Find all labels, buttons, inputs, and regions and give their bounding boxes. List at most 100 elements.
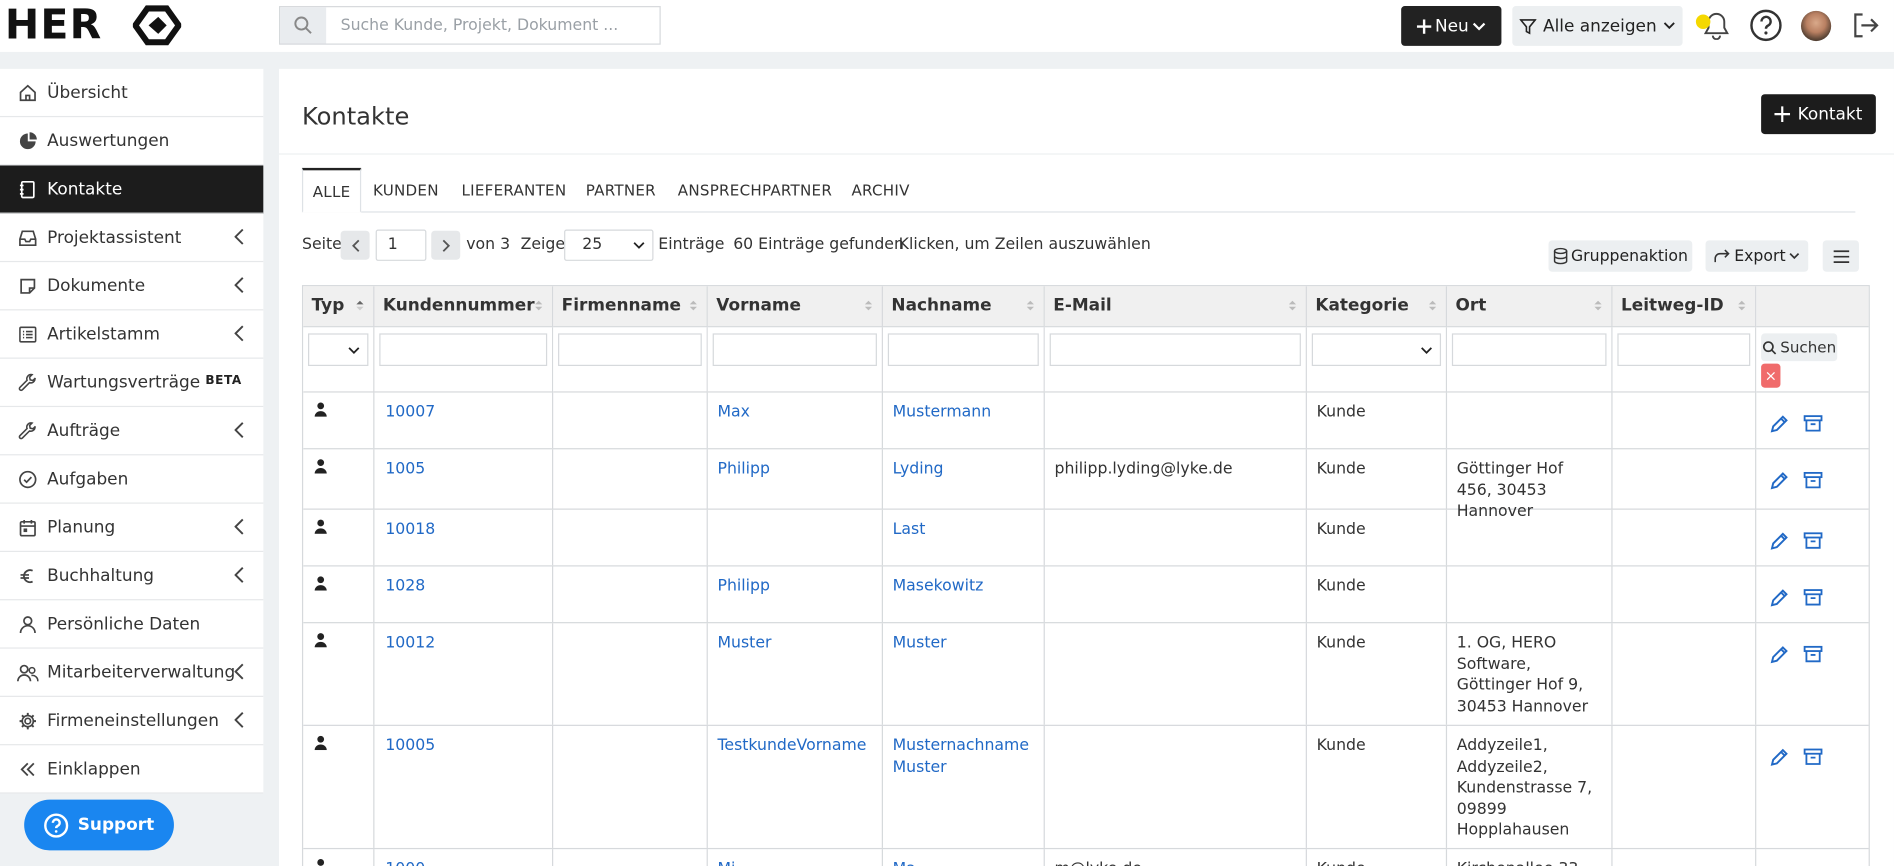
kundennummer-value[interactable]: 1028 — [385, 577, 425, 595]
vorname-value[interactable]: Muster — [717, 634, 771, 652]
table-row[interactable]: 1000 Mi Ma m@lyke.de Kunde Kirchenallee 33 — [303, 849, 1868, 866]
sidebar-item-persoenliche-daten[interactable]: Persönliche Daten — [0, 600, 264, 649]
filter-select-typ[interactable] — [308, 333, 369, 366]
filter-input-ort[interactable] — [1451, 333, 1607, 366]
archive-icon[interactable] — [1803, 748, 1823, 766]
sidebar-item-uebersicht[interactable]: Übersicht — [0, 69, 264, 118]
archive-icon[interactable] — [1803, 471, 1823, 489]
next-page-button[interactable] — [431, 230, 461, 260]
page-size-select[interactable]: 25 — [564, 229, 654, 261]
kundennummer-value[interactable]: 1005 — [385, 460, 425, 478]
sidebar-item-aufgaben[interactable]: Aufgaben — [0, 455, 264, 504]
group-action-button[interactable]: Gruppenaktion — [1548, 240, 1693, 272]
vorname-value[interactable]: TestkundeVorname — [717, 737, 866, 755]
help-icon[interactable] — [1748, 7, 1784, 43]
edit-pencil-icon[interactable] — [1770, 645, 1789, 664]
tab-kunden[interactable]: KUNDEN — [368, 168, 443, 213]
support-button[interactable]: Support — [24, 799, 174, 851]
prev-page-button[interactable] — [340, 230, 370, 260]
sidebar-item-kontakte[interactable]: Kontakte — [0, 165, 264, 214]
kundennummer-value[interactable]: 1000 — [385, 860, 425, 866]
cell-typ — [303, 566, 375, 623]
column-header-typ[interactable]: Typ — [303, 286, 375, 328]
nachname-value[interactable]: Ma — [893, 860, 916, 866]
sidebar-item-firmeneinstellungen[interactable]: Firmeneinstellungen — [0, 697, 264, 746]
table-row[interactable]: 1028 Philipp Masekowitz Kunde — [303, 566, 1869, 624]
add-contact-button[interactable]: Kontakt — [1761, 94, 1876, 135]
tab-alle[interactable]: ALLE — [301, 167, 362, 213]
tab-archiv[interactable]: ARCHIV — [847, 168, 915, 213]
sidebar-item-auftraege[interactable]: Aufträge — [0, 407, 264, 456]
sidebar-item-projektassistent[interactable]: Projektassistent — [0, 214, 264, 263]
user-avatar[interactable] — [1800, 10, 1832, 42]
sidebar-item-dokumente[interactable]: Dokumente — [0, 262, 264, 311]
sidebar-item-buchhaltung[interactable]: Buchhaltung — [0, 552, 264, 601]
archive-icon[interactable] — [1803, 588, 1823, 606]
kundennummer-value[interactable]: 10005 — [385, 737, 435, 755]
column-header-vorname[interactable]: Vorname — [707, 286, 883, 328]
edit-pencil-icon[interactable] — [1770, 531, 1789, 550]
filter-search-button[interactable]: Suchen — [1761, 333, 1838, 362]
ort-value: 1. OG, HERO Software, Göttinger Hof 9, 3… — [1456, 634, 1589, 716]
column-header-ort[interactable]: Ort — [1447, 286, 1613, 328]
column-header-kundennummer[interactable]: Kundennummer — [374, 286, 554, 328]
logout-icon[interactable] — [1847, 7, 1883, 43]
new-button[interactable]: Neu — [1401, 6, 1502, 46]
vorname-value[interactable]: Mi — [717, 860, 735, 866]
table-row[interactable]: 10005 TestkundeVorname Musternachname Must… — [303, 725, 1869, 850]
table-row[interactable]: 10012 Muster Muster Kunde 1. OG, HERO Softwa… — [303, 623, 1869, 726]
edit-pencil-icon[interactable] — [1770, 471, 1789, 490]
edit-pencil-icon[interactable] — [1770, 748, 1789, 767]
column-header-nachname[interactable]: Nachname — [882, 286, 1045, 328]
kundennummer-value[interactable]: 10012 — [385, 634, 435, 652]
tab-partner[interactable]: PARTNER — [582, 168, 659, 213]
tab-ansprechpartner[interactable]: ANSPRECHPARTNER — [675, 168, 834, 213]
nachname-value[interactable]: Musternachname Muster — [893, 737, 1029, 776]
sidebar-item-planung[interactable]: Planung — [0, 504, 264, 553]
table-row[interactable]: 10007 Max Mustermann Kunde — [303, 392, 1869, 450]
filter-dropdown[interactable]: Alle anzeigen — [1512, 6, 1683, 46]
filter-input-nachname[interactable] — [887, 333, 1039, 366]
filter-select-kategorie[interactable] — [1311, 333, 1442, 366]
edit-pencil-icon[interactable] — [1770, 414, 1789, 433]
table-row[interactable]: 10018 Last Kunde — [303, 509, 1869, 567]
nachname-value[interactable]: Muster — [893, 634, 947, 652]
column-menu-button[interactable] — [1822, 240, 1859, 272]
column-header-leitweg-id[interactable]: Leitweg-ID — [1612, 286, 1757, 328]
sidebar-item-einklappen[interactable]: Einklappen — [0, 745, 264, 794]
clear-filter-button[interactable]: × — [1761, 363, 1781, 388]
nachname-value[interactable]: Masekowitz — [893, 577, 984, 595]
column-header-email[interactable]: E-Mail — [1044, 286, 1307, 328]
nachname-value[interactable]: Last — [893, 521, 926, 539]
sidebar-item-wartungsvertraege[interactable]: Wartungsverträge BETA — [0, 359, 264, 408]
sidebar-item-mitarbeiterverwaltung[interactable]: Mitarbeiterverwaltung — [0, 649, 264, 697]
nachname-value[interactable]: Mustermann — [893, 403, 992, 421]
vorname-value[interactable]: Philipp — [717, 577, 769, 595]
cell-kundennummer: 10005 — [374, 725, 554, 848]
filter-input-kundennummer[interactable] — [379, 333, 548, 366]
nachname-value[interactable]: Lyding — [893, 460, 944, 478]
archive-icon[interactable] — [1803, 414, 1823, 432]
filter-input-leitweg-id[interactable] — [1617, 333, 1751, 366]
tab-lieferanten[interactable]: LIEFERANTEN — [457, 168, 572, 213]
sidebar-item-auswertungen[interactable]: Auswertungen — [0, 117, 264, 166]
filter-input-firmenname[interactable] — [558, 333, 702, 366]
filter-input-email[interactable] — [1049, 333, 1301, 366]
archive-icon[interactable] — [1803, 645, 1823, 663]
page-number-input[interactable]: 1 — [375, 229, 427, 261]
search-icon[interactable] — [280, 7, 327, 44]
export-button[interactable]: Export — [1705, 240, 1809, 272]
archive-icon[interactable] — [1803, 531, 1823, 549]
logo[interactable]: HER — [5, 4, 103, 47]
search-input[interactable] — [328, 7, 655, 44]
kundennummer-value[interactable]: 10007 — [385, 403, 435, 421]
vorname-value[interactable]: Philipp — [717, 460, 769, 478]
table-row[interactable]: 1005 Philipp Lyding philipp.lyding@lyke.de K… — [303, 449, 1869, 521]
kundennummer-value[interactable]: 10018 — [385, 521, 435, 539]
vorname-value[interactable]: Max — [717, 403, 749, 421]
sidebar-item-artikelstamm[interactable]: Artikelstamm — [0, 310, 264, 359]
column-header-kategorie[interactable]: Kategorie — [1306, 286, 1448, 328]
filter-input-vorname[interactable] — [712, 333, 877, 366]
column-header-firmenname[interactable]: Firmenname — [553, 286, 708, 328]
edit-pencil-icon[interactable] — [1770, 588, 1789, 607]
